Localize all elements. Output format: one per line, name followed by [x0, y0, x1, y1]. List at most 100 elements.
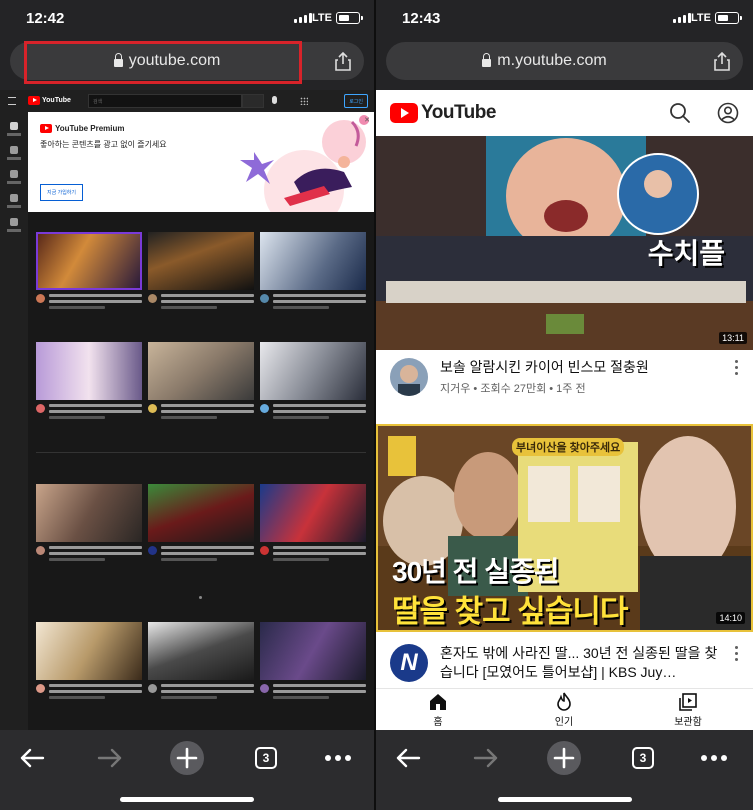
back-button[interactable] — [388, 740, 428, 776]
desktop-masthead: YouTube 검색 로그인 — [0, 90, 374, 112]
url-highlight-box — [24, 41, 302, 84]
desktop-logo[interactable]: YouTube — [28, 96, 71, 105]
premium-illustration — [240, 115, 369, 212]
video-thumbnail[interactable] — [260, 622, 366, 680]
video-info-row[interactable]: N 혼자도 밖에 사라진 딸... 30년 전 실종된 딸을 찾습니다 [모였어… — [376, 636, 753, 688]
video-thumbnail[interactable] — [36, 622, 142, 680]
new-tab-button[interactable] — [544, 740, 584, 776]
grid-video-card[interactable] — [148, 342, 254, 422]
grid-video-card[interactable] — [36, 622, 142, 702]
video-thumbnail[interactable] — [36, 484, 142, 542]
video-duration: 14:10 — [716, 612, 745, 624]
mobile-bottom-nav: 홈 인기 보관함 — [376, 688, 753, 732]
nav-tab-home[interactable]: 홈 — [398, 692, 478, 728]
sidebar-home-icon[interactable] — [10, 122, 18, 130]
more-dots-icon — [701, 755, 727, 761]
grid-video-card[interactable] — [260, 622, 366, 702]
sidebar-subscriptions-icon[interactable] — [10, 170, 18, 178]
close-icon[interactable]: ✕ — [364, 116, 370, 124]
thumbnail-panel-label: 부녀이산을 찾아주세요 — [512, 438, 625, 456]
video-title[interactable]: 보솔 알람시킨 카이어 빈스모 절충원 — [440, 358, 723, 377]
desktop-search-button[interactable] — [242, 94, 264, 108]
share-icon[interactable] — [332, 50, 354, 72]
video-thumbnail[interactable] — [36, 342, 142, 400]
grid-video-card[interactable] — [260, 232, 366, 312]
more-button[interactable] — [318, 740, 358, 776]
more-dots-icon — [325, 755, 351, 761]
video-thumbnail[interactable] — [260, 232, 366, 290]
grid-video-card[interactable] — [260, 484, 366, 564]
video-thumbnail[interactable] — [36, 232, 142, 290]
forward-arrow-icon — [97, 748, 122, 768]
forward-button[interactable] — [90, 740, 130, 776]
premium-banner: YouTube Premium 좋아하는 콘텐츠를 광고 없이 즐기세요 지금 … — [28, 112, 374, 212]
url-bar[interactable]: m.youtube.com — [386, 42, 743, 80]
video-info-row[interactable]: 보솔 알람시킨 카이어 빈스모 절충원 지거우 • 조회수 27만회 • 1주 … — [376, 350, 753, 424]
search-icon[interactable] — [669, 102, 691, 124]
apps-icon[interactable] — [300, 97, 308, 105]
sidebar-history-icon[interactable] — [10, 218, 18, 226]
nav-tab-library[interactable]: 보관함 — [648, 692, 728, 728]
video-more-icon[interactable] — [735, 360, 739, 376]
tab-count: 3 — [632, 747, 654, 769]
url-text: m.youtube.com — [497, 52, 607, 69]
network-label: LTE — [691, 12, 711, 24]
grid-video-card[interactable] — [148, 484, 254, 564]
forward-button[interactable] — [466, 740, 506, 776]
home-indicator — [497, 797, 632, 802]
video-more-icon[interactable] — [735, 646, 739, 662]
battery-icon — [715, 12, 742, 24]
status-bar: 12:42 LTE — [0, 0, 374, 38]
video-thumbnail[interactable] — [148, 342, 254, 400]
grid-video-card[interactable] — [36, 232, 142, 312]
desktop-sidebar — [0, 112, 28, 730]
yt-logo-icon — [390, 103, 418, 123]
grid-video-card[interactable] — [148, 232, 254, 312]
status-bar: 12:43 LTE — [376, 0, 753, 38]
share-icon[interactable] — [711, 50, 733, 72]
grid-video-card[interactable] — [260, 342, 366, 422]
network-label: LTE — [312, 12, 332, 24]
premium-title: YouTube Premium — [55, 124, 125, 133]
video-thumbnail[interactable] — [260, 484, 366, 542]
nav-tab-label: 보관함 — [674, 717, 702, 728]
video-thumbnail[interactable]: 수치플 13:11 — [376, 136, 753, 350]
mobile-header: YouTube — [376, 90, 753, 136]
video-thumbnail[interactable] — [148, 622, 254, 680]
right-phone: 12:43 LTE m.youtube.com YouTube 수치플 13:1… — [376, 0, 753, 810]
grid-video-card[interactable] — [36, 342, 142, 422]
premium-logo: YouTube Premium — [40, 124, 125, 133]
tabs-button[interactable]: 3 — [623, 740, 663, 776]
grid-video-card[interactable] — [36, 484, 142, 564]
video-title[interactable]: 혼자도 밖에 사라진 딸... 30년 전 실종된 딸을 찾습니다 [모였어도 … — [440, 644, 723, 682]
signal-icon — [294, 13, 312, 23]
mic-icon[interactable] — [272, 96, 277, 104]
youtube-logo[interactable]: YouTube — [390, 102, 496, 124]
desktop-search-input[interactable]: 검색 — [88, 94, 242, 108]
login-button[interactable]: 로그인 — [344, 94, 368, 108]
premium-subtitle: 좋아하는 콘텐츠를 광고 없이 즐기세요 — [40, 140, 167, 149]
more-button[interactable] — [694, 740, 734, 776]
video-thumbnail[interactable] — [148, 232, 254, 290]
channel-avatar[interactable] — [390, 358, 428, 396]
forward-arrow-icon — [473, 748, 498, 768]
address-field[interactable]: m.youtube.com — [386, 42, 703, 80]
channel-avatar[interactable]: N — [390, 644, 428, 682]
premium-join-button[interactable]: 지금 가입하기 — [40, 184, 83, 201]
menu-icon[interactable] — [8, 97, 16, 105]
tab-count: 3 — [255, 747, 277, 769]
left-phone: 12:42 LTE youtube.com YouTube 검색 로그인 You… — [0, 0, 374, 810]
sidebar-explore-icon[interactable] — [10, 146, 18, 154]
nav-tab-trending[interactable]: 인기 — [524, 692, 604, 728]
video-thumbnail[interactable]: 부녀이산을 찾아주세요 30년 전 실종된 딸을 찾고 싶습니다 14:10 — [376, 424, 753, 632]
video-thumbnail[interactable] — [148, 484, 254, 542]
video-thumbnail[interactable] — [260, 342, 366, 400]
sidebar-library-icon[interactable] — [10, 194, 18, 202]
back-button[interactable] — [12, 740, 52, 776]
new-tab-button[interactable] — [167, 740, 207, 776]
tabs-button[interactable]: 3 — [246, 740, 286, 776]
yt-logo-icon — [40, 124, 52, 133]
account-icon[interactable] — [717, 102, 739, 124]
grid-video-card[interactable] — [148, 622, 254, 702]
screenshot: 12:42 LTE youtube.com YouTube 검색 로그인 You… — [0, 0, 753, 810]
